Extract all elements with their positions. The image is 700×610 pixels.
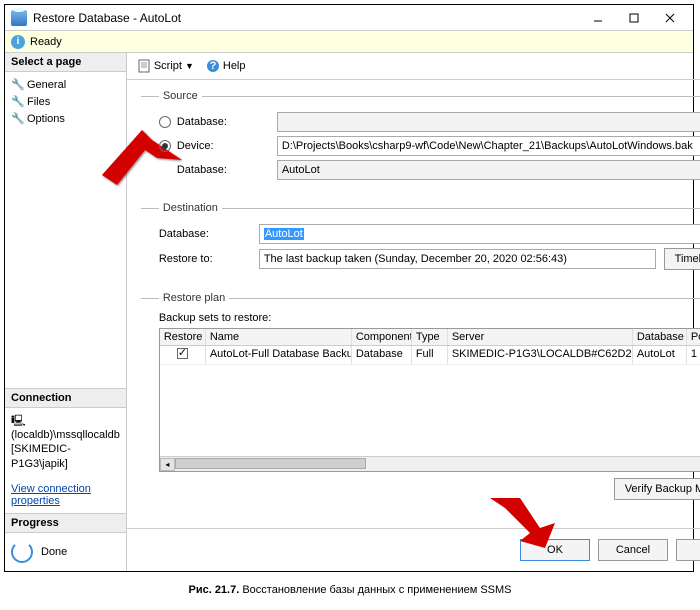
destination-group: Destination Database: AutoLot Restore to… [141,202,700,282]
info-icon: i [11,35,25,49]
source-db-sub-label: Database: [177,164,277,176]
window-title: Restore Database - AutoLot [33,11,579,25]
figure-caption: Рис. 21.7. Восстановление базы данных с … [4,572,696,606]
minimize-button[interactable] [581,9,615,27]
help-footer-button[interactable]: Help [676,539,700,561]
dialog-footer: OK Cancel Help [127,528,700,571]
progress-state: Done [41,546,67,558]
source-database-radio[interactable] [159,116,171,128]
nav-item-options[interactable]: 🔧Options [11,110,120,127]
source-group: Source Database: Device: D:\Projects\Boo… [141,90,700,192]
source-device-radio[interactable] [159,140,171,152]
server-icon: 🖳 [11,415,26,427]
cancel-button[interactable]: Cancel [598,539,668,561]
progress-header: Progress [5,514,126,533]
restore-database-window: Restore Database - AutoLot i Ready Selec… [4,4,694,572]
help-icon: ? [206,59,220,73]
wrench-icon: 🔧 [11,78,23,90]
restore-to-value: The last backup taken (Sunday, December … [259,249,656,269]
connection-panel: Connection 🖳 (localdb)\mssqllocaldb [SKI… [5,388,126,514]
destination-legend: Destination [159,202,222,214]
backup-sets-label: Backup sets to restore: [159,312,700,324]
script-dropdown[interactable]: Script ▼ [133,57,198,75]
chevron-down-icon: ▼ [185,61,194,71]
source-db-sub-combo[interactable]: AutoLot [277,160,700,180]
titlebar: Restore Database - AutoLot [5,5,693,31]
backup-sets-table: Restore Name Component Type Server Datab… [159,328,700,472]
restore-plan-group: Restore plan Backup sets to restore: Res… [141,292,700,508]
database-restore-icon [11,10,27,26]
wrench-icon: 🔧 [11,112,23,124]
svg-text:?: ? [210,60,217,72]
select-page-header: Select a page [5,53,126,72]
maximize-button[interactable] [617,9,651,27]
close-button[interactable] [653,9,687,27]
nav-item-general[interactable]: 🔧General [11,76,120,93]
dest-db-label: Database: [159,228,259,240]
table-row[interactable]: AutoLot-Full Database Backup Database Fu… [160,346,700,365]
connection-header: Connection [5,389,126,408]
nav-item-files[interactable]: 🔧Files [11,93,120,110]
source-database-combo[interactable] [277,112,700,132]
source-device-path[interactable]: D:\Projects\Books\csharp9-wf\Code\New\Ch… [277,136,700,156]
left-nav: Select a page 🔧General 🔧Files 🔧Options C… [5,53,127,571]
scroll-left-arrow-icon[interactable]: ◂ [160,458,175,471]
status-text: Ready [30,36,62,48]
progress-panel: Progress Done [5,514,126,571]
script-icon [137,59,151,73]
source-device-label: Device: [177,140,277,152]
horizontal-scrollbar[interactable]: ◂ ▸ [160,456,700,471]
timeline-button[interactable]: Timeline... [664,248,700,270]
connection-value: (localdb)\mssqllocaldb [SKIMEDIC-P1G3\ja… [11,429,120,470]
table-header: Restore Name Component Type Server Datab… [160,329,700,346]
source-database-label: Database: [177,116,277,128]
scroll-thumb[interactable] [175,458,366,469]
toolbar: Script ▼ ? Help [127,53,700,80]
restore-checkbox[interactable] [177,348,188,359]
source-legend: Source [159,90,202,102]
verify-backup-media-button[interactable]: Verify Backup Media [614,478,700,500]
view-connection-properties-link[interactable]: View connection properties [5,477,126,513]
help-button[interactable]: ? Help [202,57,250,75]
dest-db-combo[interactable]: AutoLot [259,224,700,244]
restore-to-label: Restore to: [159,253,259,265]
ok-button[interactable]: OK [520,539,590,561]
progress-spinner-icon [11,541,33,563]
wrench-icon: 🔧 [11,95,23,107]
status-bar: i Ready [5,31,693,53]
restore-plan-legend: Restore plan [159,292,229,304]
